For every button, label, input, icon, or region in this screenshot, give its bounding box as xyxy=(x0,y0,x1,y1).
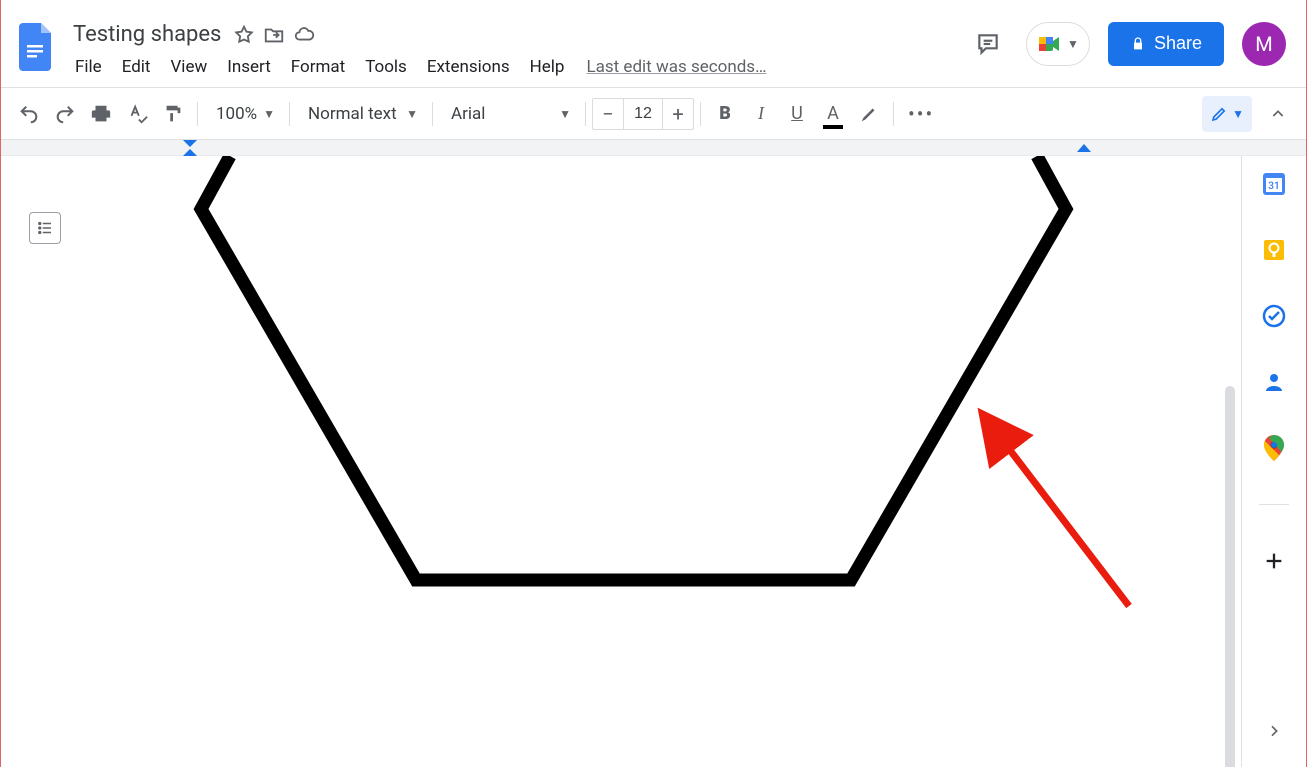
share-label: Share xyxy=(1154,33,1202,54)
zoom-combo[interactable]: 100% ▼ xyxy=(204,96,283,132)
side-panel: 31 xyxy=(1242,156,1306,767)
doc-title-row: Testing shapes xyxy=(65,19,766,51)
menu-edit[interactable]: Edit xyxy=(112,53,161,81)
titlebar: Testing shapes File Edit View Insert For… xyxy=(1,0,1306,88)
menubar: File Edit View Insert Format Tools Exten… xyxy=(65,51,766,83)
decrease-font-button[interactable]: − xyxy=(593,99,623,129)
document-canvas[interactable] xyxy=(1,156,1242,767)
contacts-addon-icon[interactable] xyxy=(1260,368,1288,396)
chevron-down-icon: ▼ xyxy=(1067,37,1079,51)
separator xyxy=(700,102,701,126)
star-icon[interactable] xyxy=(229,20,259,50)
menu-insert[interactable]: Insert xyxy=(217,53,281,81)
maps-addon-icon[interactable] xyxy=(1260,434,1288,462)
separator xyxy=(585,102,586,126)
spellcheck-button[interactable] xyxy=(119,96,155,132)
style-value: Normal text xyxy=(308,104,397,124)
menu-tools[interactable]: Tools xyxy=(355,53,417,81)
more-tools-button[interactable]: ••• xyxy=(900,102,942,126)
docs-app-icon[interactable] xyxy=(9,21,65,71)
meet-button[interactable]: ▼ xyxy=(1026,22,1090,66)
vertical-scrollbar[interactable] xyxy=(1225,386,1235,767)
menu-format[interactable]: Format xyxy=(281,53,355,81)
keep-addon-icon[interactable] xyxy=(1260,236,1288,264)
titlebar-right: ▼ Share M xyxy=(968,0,1298,87)
get-addons-button[interactable] xyxy=(1260,547,1288,575)
menu-file[interactable]: File xyxy=(65,53,112,81)
underline-button[interactable]: U xyxy=(779,96,815,132)
share-button[interactable]: Share xyxy=(1108,22,1224,66)
separator xyxy=(197,102,198,126)
font-value: Arial xyxy=(451,104,485,124)
menu-view[interactable]: View xyxy=(160,53,217,81)
doc-area: Testing shapes File Edit View Insert For… xyxy=(65,9,766,83)
chevron-down-icon: ▼ xyxy=(263,107,275,121)
redo-button[interactable] xyxy=(47,96,83,132)
italic-button[interactable]: I xyxy=(743,96,779,132)
separator xyxy=(1259,504,1289,505)
chevron-down-icon: ▼ xyxy=(559,107,571,121)
right-indent-marker[interactable] xyxy=(1077,140,1091,156)
font-size-group: − + xyxy=(592,98,694,130)
collapse-toolbar-button[interactable] xyxy=(1260,96,1296,132)
separator xyxy=(893,102,894,126)
paragraph-style-combo[interactable]: Normal text ▼ xyxy=(296,96,426,132)
undo-button[interactable] xyxy=(11,96,47,132)
lock-icon xyxy=(1130,36,1146,52)
separator xyxy=(289,102,290,126)
titlebar-left: Testing shapes File Edit View Insert For… xyxy=(9,0,766,87)
highlight-color-button[interactable] xyxy=(851,96,887,132)
hide-sidepanel-button[interactable] xyxy=(1258,715,1290,747)
toolbar: 100% ▼ Normal text ▼ Arial ▼ − + B I U A ••… xyxy=(1,88,1306,140)
main: 31 xyxy=(1,156,1306,767)
move-folder-icon[interactable] xyxy=(259,20,289,50)
toolbar-right: ▼ xyxy=(1202,96,1296,132)
bold-button[interactable]: B xyxy=(707,96,743,132)
tasks-addon-icon[interactable] xyxy=(1260,302,1288,330)
svg-text:31: 31 xyxy=(1268,181,1279,192)
chevron-down-icon: ▼ xyxy=(406,107,418,121)
text-color-button[interactable]: A xyxy=(815,96,851,132)
zoom-value: 100% xyxy=(216,104,257,124)
menu-extensions[interactable]: Extensions xyxy=(417,53,520,81)
cloud-status-icon[interactable] xyxy=(289,20,319,50)
calendar-addon-icon[interactable]: 31 xyxy=(1260,170,1288,198)
print-button[interactable] xyxy=(83,96,119,132)
font-family-combo[interactable]: Arial ▼ xyxy=(439,96,579,132)
paint-format-button[interactable] xyxy=(155,96,191,132)
comments-icon[interactable] xyxy=(968,24,1008,64)
last-edit-link[interactable]: Last edit was seconds… xyxy=(574,57,766,77)
account-avatar[interactable]: M xyxy=(1242,22,1286,66)
menu-help[interactable]: Help xyxy=(520,53,575,81)
annotation-arrow xyxy=(1,156,1231,767)
editing-mode-button[interactable]: ▼ xyxy=(1202,96,1252,132)
pencil-icon xyxy=(1210,105,1228,123)
separator xyxy=(432,102,433,126)
document-title[interactable]: Testing shapes xyxy=(65,22,229,47)
font-size-input[interactable] xyxy=(623,99,663,129)
ruler[interactable] xyxy=(1,140,1306,156)
increase-font-button[interactable]: + xyxy=(663,99,693,129)
chevron-down-icon: ▼ xyxy=(1232,107,1244,121)
